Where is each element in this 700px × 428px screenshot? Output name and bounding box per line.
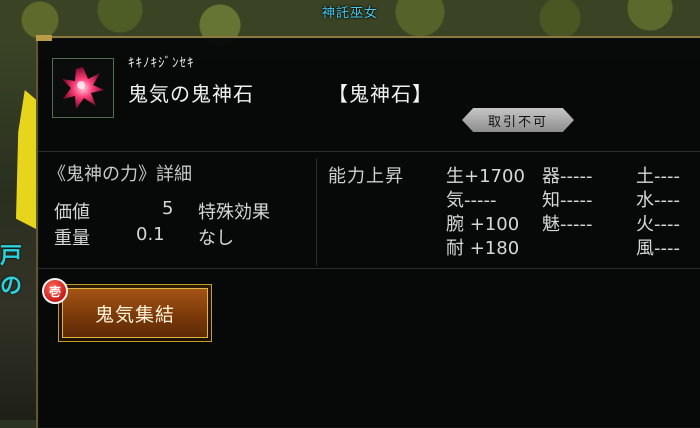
value-label: 価値: [54, 202, 90, 223]
red-crystal-icon: [52, 58, 114, 118]
column-separator: [316, 158, 317, 266]
stat-earth: 土----: [636, 166, 680, 187]
stat-intellect: 知-----: [542, 190, 593, 211]
item-tooltip-panel: ｷｷﾉｷｼﾞﾝｾｷ 鬼気の鬼神石 【鬼神石】 取引不可 《鬼神の力》詳細 価値 …: [36, 35, 700, 428]
stat-dexterity: 器-----: [542, 166, 593, 187]
divider-bottom: [38, 268, 700, 269]
stat-wind: 風----: [636, 238, 680, 259]
divider-top: [38, 151, 700, 152]
world-left-strip: [0, 40, 40, 420]
world-side-text: 戸の: [0, 244, 23, 299]
item-reading: ｷｷﾉｷｼﾞﾝｾｷ: [128, 56, 195, 71]
skill-button-label: 鬼気集結: [62, 288, 208, 338]
stat-endurance: 耐 +180: [446, 238, 520, 259]
details-title: 《鬼神の力》詳細: [48, 164, 192, 185]
skill-button[interactable]: 鬼気集結: [58, 284, 212, 342]
stat-water: 水----: [636, 190, 680, 211]
value-number: 5: [162, 198, 174, 219]
special-effect-value: なし: [198, 228, 234, 249]
stat-arm: 腕 +100: [446, 214, 520, 235]
stat-charm: 魅-----: [542, 214, 593, 235]
weight-number: 0.1: [136, 224, 165, 245]
ability-increase-label: 能力上昇: [328, 166, 404, 187]
item-name: 鬼気の鬼神石: [128, 82, 254, 106]
stat-fire: 火----: [636, 214, 680, 235]
stat-ki: 気-----: [446, 190, 497, 211]
trade-status-badge: 取引不可: [462, 108, 574, 132]
item-category: 【鬼神石】: [328, 82, 433, 106]
trade-status-label: 取引不可: [487, 114, 548, 130]
special-effect-label: 特殊効果: [198, 202, 270, 223]
skill-rank-badge: 壱: [42, 278, 68, 304]
weight-label: 重量: [54, 228, 90, 249]
npc-name-label[interactable]: 神託巫女: [0, 2, 700, 21]
panel-corner-ornament: [36, 35, 52, 41]
stat-life: 生+1700: [446, 166, 525, 187]
